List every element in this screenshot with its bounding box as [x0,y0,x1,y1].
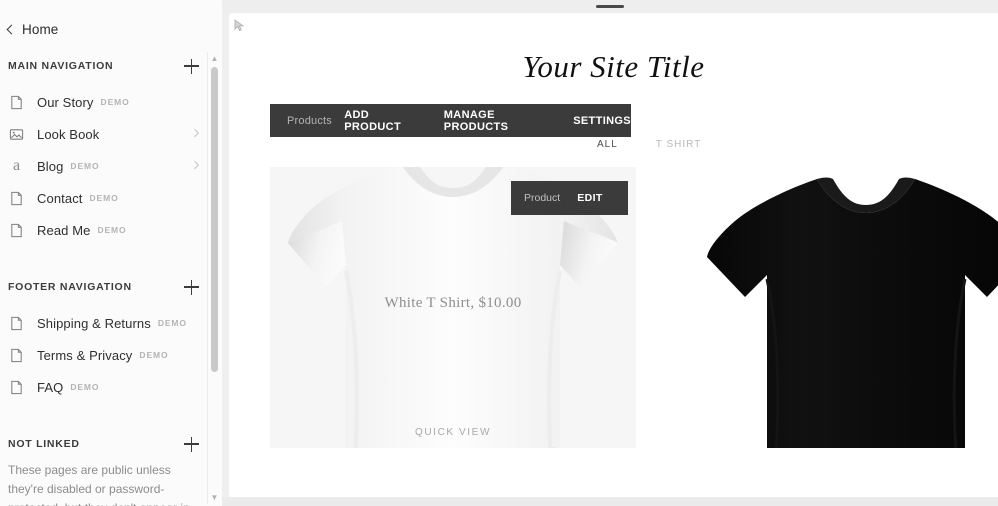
sidebar-item-label: Shipping & Returns [37,315,151,331]
scroll-down-arrow-icon[interactable]: ▼ [210,493,219,502]
demo-badge: DEMO [100,97,130,107]
manage-products-button[interactable]: MANAGE PRODUCTS [444,109,538,133]
toolbar-context-label: Products [287,114,333,127]
section-header-not-linked: NOT LINKED [0,433,215,455]
sidebar-item-label: Contact [37,190,83,206]
sidebar-scroll-region[interactable]: MAIN NAVIGATION Our Story DEMO Look Book [0,55,215,506]
section-header-footer-navigation: FOOTER NAVIGATION [0,276,215,298]
black-tshirt-photo [707,177,998,448]
demo-badge: DEMO [70,382,100,392]
page-icon [8,222,25,239]
page-icon [8,94,25,111]
section-title-footer-navigation: FOOTER NAVIGATION [8,281,132,293]
pages-sidebar: Home MAIN NAVIGATION Our Story DEMO Look… [0,0,222,506]
demo-badge: DEMO [157,318,187,328]
sidebar-item-terms-privacy[interactable]: Terms & Privacy DEMO [0,339,215,371]
product-card-white-t-shirt[interactable]: White T Shirt, $10.00 QUICK VIEW Product… [270,167,636,448]
sidebar-scrollbar-thumb[interactable] [211,67,218,372]
page-icon [8,315,25,332]
section-header-main-navigation: MAIN NAVIGATION [0,55,215,77]
page-icon [8,190,25,207]
sidebar-item-read-me[interactable]: Read Me DEMO [0,214,215,246]
chevron-right-icon[interactable] [190,160,199,169]
arrow-cursor [234,19,245,32]
quick-view-button[interactable]: QUICK VIEW [270,427,636,438]
preview-top-bar [222,0,998,13]
filter-t-shirt[interactable]: T SHIRT [656,139,702,150]
demo-badge: DEMO [89,193,119,203]
chevron-right-icon[interactable] [190,128,199,137]
product-edit-badge: Product EDIT [511,181,628,215]
back-to-home-link[interactable]: Home [6,22,59,37]
sidebar-item-faq[interactable]: FAQ DEMO [0,371,215,403]
settings-button[interactable]: SETTINGS [573,115,631,127]
back-to-home-label: Home [22,22,59,37]
category-filter-bar: ALL T SHIRT [270,139,770,150]
product-card-black-t-shirt[interactable] [684,167,998,448]
sidebar-item-label: Look Book [37,126,100,142]
resize-handle[interactable] [596,5,624,8]
chevron-left-icon [6,24,17,34]
product-badge-label: Product [524,192,561,204]
sidebar-item-label: Our Story [37,94,94,110]
preview-bottom-strip [222,497,998,506]
filter-all[interactable]: ALL [597,139,618,150]
demo-badge: DEMO [97,225,127,235]
page-title: Your Site Title [229,49,998,85]
product-admin-toolbar: Products ADD PRODUCT MANAGE PRODUCTS SET… [270,104,631,137]
page-icon [8,379,25,396]
gallery-icon [8,126,25,143]
sidebar-item-label: Terms & Privacy [37,347,133,363]
page-icon [8,347,25,364]
sidebar-item-label: Read Me [37,222,91,238]
product-name-and-price: White T Shirt, $10.00 [384,295,522,311]
add-not-linked-page-button[interactable] [184,436,199,452]
site-preview-canvas[interactable]: Your Site Title Products ADD PRODUCT MAN… [229,13,998,497]
add-main-navigation-page-button[interactable] [184,58,199,74]
add-product-button[interactable]: ADD PRODUCT [344,109,412,133]
sidebar-item-label: FAQ [37,379,64,395]
sidebar-item-look-book[interactable]: Look Book [0,118,215,150]
admin-preview-window: Home MAIN NAVIGATION Our Story DEMO Look… [0,0,998,506]
scroll-up-arrow-icon[interactable]: ▲ [210,54,219,63]
sidebar-item-label: Blog [37,158,64,174]
site-title-text: Your Site Title [522,49,705,84]
sidebar-scrollbar[interactable]: ▲ ▼ [207,52,220,504]
section-title-main-navigation: MAIN NAVIGATION [8,60,114,72]
sidebar-item-our-story[interactable]: Our Story DEMO [0,86,215,118]
sidebar-item-contact[interactable]: Contact DEMO [0,182,215,214]
add-footer-navigation-page-button[interactable] [184,279,199,295]
sidebar-item-shipping-returns[interactable]: Shipping & Returns DEMO [0,307,215,339]
blog-a-icon: a [12,157,21,174]
edit-product-button[interactable]: EDIT [577,192,603,204]
demo-badge: DEMO [139,350,169,360]
section-title-not-linked: NOT LINKED [8,438,80,450]
not-linked-description: These pages are public unless they're di… [8,463,190,506]
sidebar-item-blog[interactable]: a Blog DEMO [0,150,215,182]
demo-badge: DEMO [70,161,100,171]
